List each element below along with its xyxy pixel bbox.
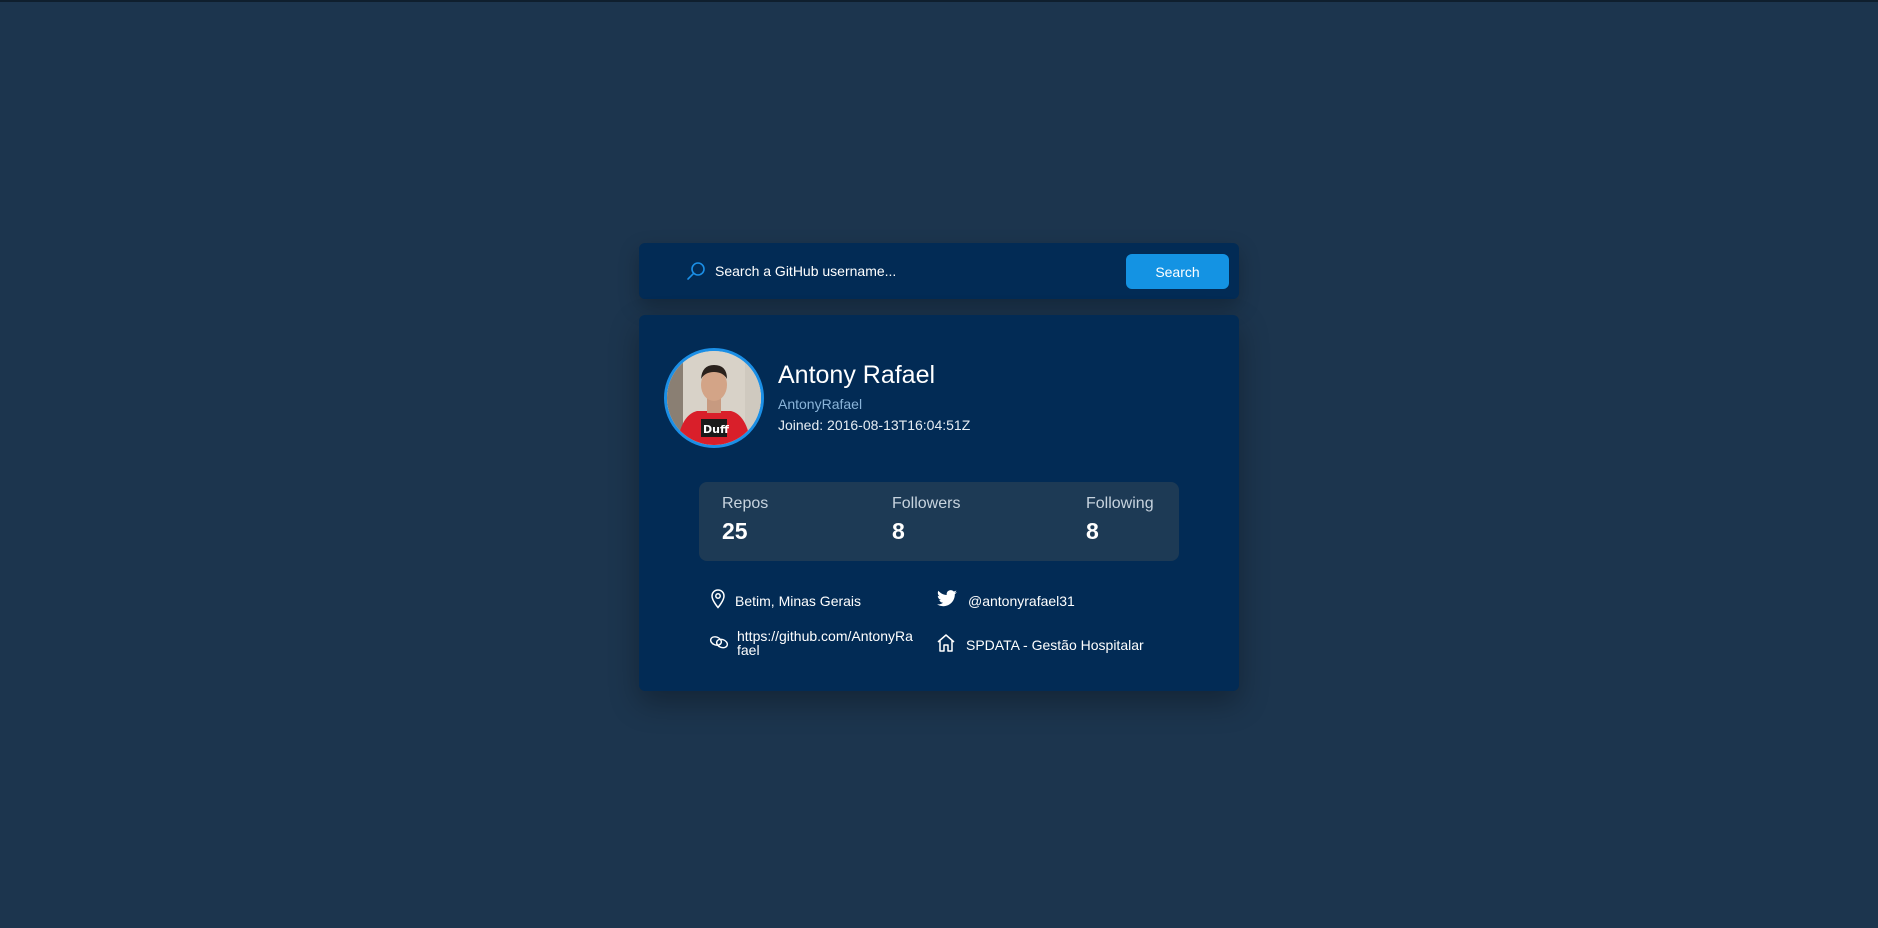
- profile-login[interactable]: AntonyRafael: [778, 396, 862, 412]
- stat-label: Followers: [892, 495, 961, 512]
- stat-value: 8: [1086, 518, 1099, 544]
- link-icon: [709, 634, 729, 653]
- info-location: Betim, Minas Gerais: [711, 589, 861, 612]
- blog-link-line-1: https://github.com/AntonyRa: [737, 628, 913, 644]
- stat-value: 8: [892, 518, 905, 544]
- info-twitter[interactable]: @antonyrafael31: [936, 590, 1075, 611]
- stat-followers: Followers 8: [892, 495, 960, 545]
- stat-repos: Repos 25: [722, 495, 768, 545]
- home-icon: [936, 633, 956, 656]
- search-input[interactable]: [715, 257, 1115, 285]
- blog-link-line-2: fael: [737, 642, 760, 658]
- search-button[interactable]: Search: [1126, 254, 1229, 289]
- avatar: Duff: [664, 348, 764, 448]
- top-border: [0, 0, 1878, 2]
- profile-joined-date: Joined: 2016-08-13T16:04:51Z: [778, 417, 971, 433]
- twitter-icon: [936, 590, 958, 611]
- stat-value: 25: [722, 518, 748, 544]
- profile-card: Duff Antony Rafael AntonyRafael Joined: …: [639, 315, 1239, 691]
- stat-label: Repos: [722, 495, 769, 512]
- location-text: Betim, Minas Gerais: [735, 592, 862, 609]
- location-pin-icon: [711, 589, 725, 612]
- twitter-handle[interactable]: @antonyrafael31: [968, 594, 1075, 608]
- company-text: SPDATA - Gestão Hospitalar: [966, 636, 1144, 653]
- search-icon: [685, 260, 707, 282]
- info-company: SPDATA - Gestão Hospitalar: [936, 633, 1144, 656]
- info-blog[interactable]: https://github.com/AntonyRa fael: [709, 629, 913, 657]
- blog-link[interactable]: https://github.com/AntonyRa fael: [737, 629, 913, 657]
- svg-text:Duff: Duff: [703, 423, 729, 436]
- stat-following: Following 8: [1086, 495, 1154, 545]
- stats-panel: Repos 25 Followers 8 Following 8: [699, 482, 1179, 561]
- search-bar: Search: [639, 243, 1239, 299]
- stat-label: Following: [1086, 495, 1154, 512]
- profile-name: Antony Rafael: [778, 361, 936, 389]
